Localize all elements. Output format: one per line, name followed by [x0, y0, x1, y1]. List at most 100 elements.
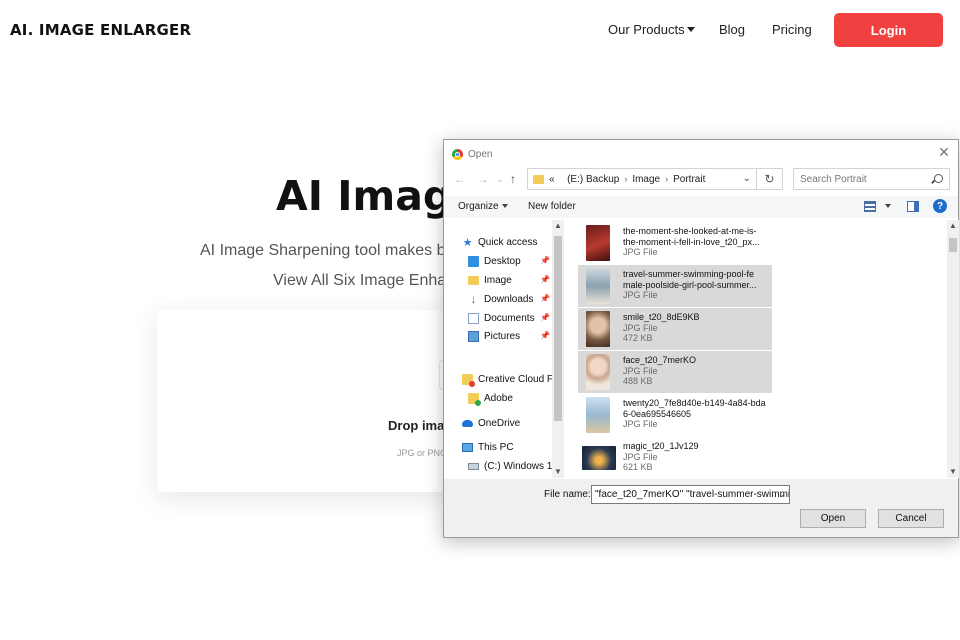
file-type: JPG File — [623, 451, 658, 462]
up-arrow-icon[interactable]: ↑ — [510, 172, 516, 186]
recent-locations-chevron-icon[interactable]: ⌄ — [496, 174, 504, 185]
file-info: face_t20_7merKO JPG File 488 KB — [623, 355, 773, 387]
file-list-scrollbar-thumb[interactable] — [949, 238, 957, 252]
scroll-up-icon[interactable]: ▲ — [552, 221, 564, 230]
breadcrumb-portrait[interactable]: Portrait — [673, 174, 705, 185]
file-size: 621 KB — [623, 462, 653, 472]
file-item[interactable]: face_t20_7merKO JPG File 488 KB — [578, 351, 772, 393]
breadcrumb-image[interactable]: Image — [632, 174, 660, 185]
file-name-line2: the-moment-i-fell-in-love_t20_px... — [623, 236, 760, 247]
preview-pane-icon[interactable] — [907, 201, 919, 212]
file-type: JPG File — [623, 322, 658, 333]
file-item[interactable]: magic_t20_1Jv129 JPG File 621 KB — [578, 437, 772, 478]
image-thumbnail — [586, 311, 610, 347]
dialog-title: Open — [468, 148, 493, 160]
file-list: the-moment-she-looked-at-me-is-the-momen… — [576, 220, 944, 478]
navigation-pane: ★ Quick access Desktop 📌 Image 📌 ↓ Downloa… — [444, 220, 566, 478]
documents-icon — [468, 312, 479, 324]
site-logo[interactable]: AI. IMAGE ENLARGER — [10, 21, 191, 39]
address-bar[interactable]: « (E:) Backup › Image › Portrait ⌄ — [527, 168, 757, 190]
chevron-right-icon: › — [665, 174, 669, 184]
close-icon[interactable]: ✕ — [936, 144, 952, 161]
file-info: travel-summer-swimming-pool-fe male-pools… — [623, 269, 773, 301]
forward-arrow-icon[interactable]: → — [477, 172, 489, 186]
file-name-label: File name: — [544, 489, 591, 500]
site-header: AI. IMAGE ENLARGER Our Products Blog Pri… — [0, 0, 960, 60]
nav-our-products[interactable]: Our Products — [608, 22, 695, 37]
help-icon[interactable]: ? — [933, 199, 947, 213]
caret-down-icon — [686, 27, 695, 33]
open-button[interactable]: Open — [800, 509, 866, 528]
sidebar-item-onedrive[interactable]: OneDrive — [462, 415, 520, 431]
organize-label: Organize — [458, 201, 499, 212]
sidebar-scrollbar-thumb[interactable] — [554, 236, 562, 421]
sidebar-item-adobe[interactable]: Adobe — [468, 390, 513, 406]
sidebar-item-pictures[interactable]: Pictures — [468, 328, 520, 344]
search-input[interactable]: Search Portrait — [793, 168, 950, 190]
cancel-button[interactable]: Cancel — [878, 509, 944, 528]
folder-icon — [533, 174, 544, 184]
file-size: 488 KB — [623, 376, 653, 386]
breadcrumb-overflow[interactable]: « — [549, 174, 555, 185]
file-name-field[interactable]: "face_t20_7merKO" "travel-summer-swimmi — [591, 485, 790, 504]
sidebar-item-label: Pictures — [484, 330, 521, 342]
creative-cloud-folder-icon — [462, 373, 475, 387]
computer-icon — [462, 442, 473, 452]
sidebar-item-label: Creative Cloud Fil — [478, 373, 558, 385]
file-name-line1: twenty20_7fe8d40e-b149-4a84-bda — [623, 398, 766, 408]
view-all-link[interactable]: View All Six Image Enhan — [273, 272, 455, 290]
view-options-button[interactable] — [882, 201, 891, 212]
file-item[interactable]: the-moment-she-looked-at-me-is-the-momen… — [578, 222, 772, 264]
pictures-icon — [468, 330, 479, 342]
nav-blog[interactable]: Blog — [719, 22, 745, 37]
back-arrow-icon[interactable]: ← — [454, 172, 466, 186]
adobe-folder-icon — [468, 392, 481, 406]
file-item[interactable]: twenty20_7fe8d40e-b149-4a84-bda 6-0ea6955… — [578, 394, 772, 436]
scroll-down-icon[interactable]: ▼ — [552, 467, 564, 476]
search-placeholder: Search Portrait — [800, 173, 867, 185]
sidebar-item-downloads[interactable]: ↓ Downloads — [468, 291, 534, 307]
file-name-line1: face_t20_7merKO — [623, 355, 697, 365]
sidebar-item-this-pc[interactable]: This PC — [462, 439, 514, 455]
scroll-up-icon[interactable]: ▲ — [947, 221, 959, 230]
caret-down-icon — [501, 204, 508, 209]
open-file-dialog: Open ✕ ← → ⌄ ↑ « (E:) Backup › Image › P… — [443, 139, 959, 538]
organize-button[interactable]: Organize — [458, 201, 508, 212]
file-item[interactable]: smile_t20_8dE9KB JPG File 472 KB — [578, 308, 772, 350]
file-name-line1: smile_t20_8dE9KB — [623, 312, 700, 322]
sidebar-item-windows-drive[interactable]: (C:) Windows 10 — [468, 458, 558, 474]
file-list-scrollbar[interactable] — [947, 220, 959, 478]
sidebar-item-quick-access[interactable]: ★ Quick access — [462, 234, 538, 250]
file-type: JPG File — [623, 290, 658, 300]
file-name-line1: magic_t20_1Jv129 — [623, 441, 699, 451]
supported-formats-text: JPG or PNG — [397, 448, 448, 458]
upload-dropzone[interactable]: Drop imag JPG or PNG — [157, 310, 459, 492]
nav-pricing[interactable]: Pricing — [772, 22, 812, 37]
address-dropdown-chevron-icon[interactable]: ⌄ — [743, 173, 751, 184]
sidebar-item-label: Downloads — [484, 293, 534, 305]
breadcrumb-drive[interactable]: (E:) Backup — [567, 174, 619, 185]
desktop-icon — [468, 255, 479, 267]
onedrive-cloud-icon — [462, 419, 473, 427]
sidebar-item-image[interactable]: Image — [468, 272, 512, 288]
sidebar-item-creative-cloud[interactable]: Creative Cloud Fil — [462, 371, 557, 387]
sidebar-item-label: Adobe — [484, 392, 513, 404]
refresh-icon[interactable]: ↻ — [757, 168, 783, 190]
pin-icon: 📌 — [540, 313, 550, 322]
file-type: JPG File — [623, 247, 658, 257]
sidebar-item-documents[interactable]: Documents — [468, 310, 535, 326]
sidebar-item-label: Documents — [484, 312, 535, 324]
sidebar-item-label: Quick access — [478, 236, 538, 248]
sidebar-item-desktop[interactable]: Desktop — [468, 253, 521, 269]
star-icon: ★ — [462, 236, 473, 249]
file-info: twenty20_7fe8d40e-b149-4a84-bda 6-0ea6955… — [623, 398, 773, 430]
login-button[interactable]: Login — [834, 13, 943, 47]
new-folder-button[interactable]: New folder — [528, 201, 576, 212]
change-view-icon[interactable] — [864, 201, 876, 212]
scroll-down-icon[interactable]: ▼ — [947, 467, 959, 476]
chevron-down-icon[interactable]: ⌄ — [778, 489, 786, 500]
pin-icon: 📌 — [540, 294, 550, 303]
file-type: JPG File — [623, 419, 658, 429]
file-item[interactable]: travel-summer-swimming-pool-fe male-pools… — [578, 265, 772, 307]
file-info: the-moment-she-looked-at-me-is-the-momen… — [623, 226, 773, 258]
